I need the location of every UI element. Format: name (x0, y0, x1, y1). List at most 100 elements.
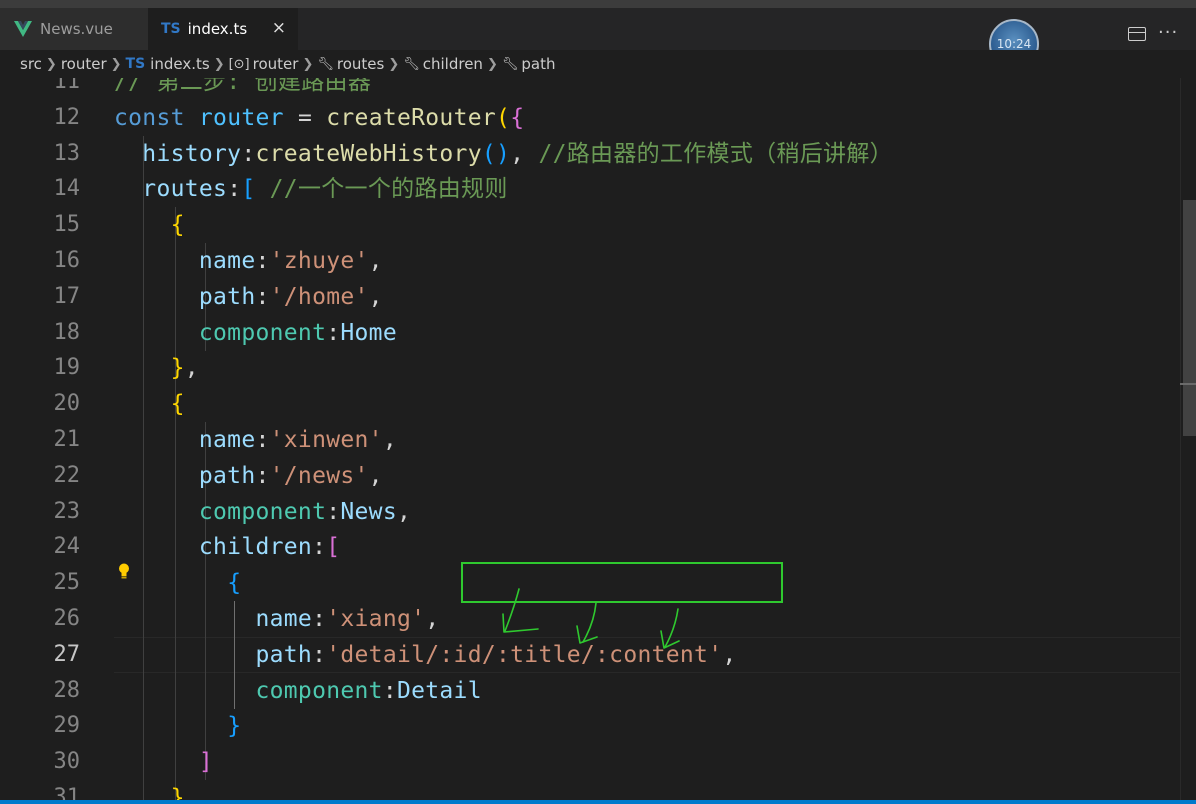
chevron-right-icon: ❯ (213, 56, 225, 72)
code-token: , (368, 462, 383, 489)
code-line[interactable]: 20 { (0, 386, 1180, 423)
code-token: 'zhuye' (269, 248, 369, 274)
line-number: 13 (53, 140, 81, 166)
code-line[interactable]: 27 path:'detail/:id/:title/:content', (0, 636, 1180, 673)
line-number: 11 (53, 78, 81, 94)
line-number: 31 (53, 785, 81, 800)
code-text: history:createWebHistory(), //路由器的工作模式（稍… (114, 136, 893, 172)
status-bar (0, 800, 1196, 804)
code-token: News (340, 498, 397, 525)
line-number: 19 (53, 355, 81, 381)
code-line[interactable]: 18 component:Home (0, 314, 1180, 351)
code-token: // 第二步: 创建路由器 (114, 78, 372, 95)
code-token: , (382, 427, 397, 453)
code-line[interactable]: 26 name:'xiang', (0, 601, 1180, 637)
chevron-right-icon: ❯ (45, 56, 57, 72)
code-text: name:'zhuye', (114, 243, 383, 279)
tab-label: News.vue (40, 20, 113, 38)
code-line[interactable]: 11 // 第二步: 创建路由器 (0, 78, 1180, 100)
code-token: routes (142, 176, 228, 203)
code-line[interactable]: 12 const router = createRouter({ (0, 100, 1180, 136)
code-text: { (114, 207, 185, 243)
line-number: 14 (53, 176, 81, 202)
breadcrumb-item-router-var[interactable]: router (253, 55, 299, 73)
scrollbar-cursor-marker (1180, 383, 1196, 385)
code-token: , (368, 283, 383, 310)
code-token: '/home' (269, 283, 369, 310)
breadcrumb-item-path[interactable]: path (521, 55, 555, 73)
tab-news-vue[interactable]: News.vue (0, 8, 148, 50)
chevron-right-icon: ❯ (388, 56, 400, 72)
line-number: 20 (53, 391, 81, 417)
scrollbar-thumb[interactable] (1183, 200, 1196, 436)
code-token: name (198, 427, 256, 453)
code-line[interactable]: 24 children:[ (0, 529, 1180, 566)
line-number: 17 (53, 283, 81, 309)
code-token: } (227, 713, 242, 740)
close-icon[interactable]: × (272, 18, 286, 38)
code-token: { (510, 104, 525, 131)
breadcrumb-item-routes[interactable]: routes (337, 55, 384, 73)
code-token: Home (340, 319, 397, 346)
code-text: component:Detail (114, 673, 482, 709)
code-line[interactable]: 29 } (0, 708, 1180, 745)
code-token: component (198, 319, 327, 346)
more-actions-icon[interactable]: ··· (1158, 22, 1178, 43)
line-number: 28 (53, 677, 81, 703)
code-token: : (255, 248, 270, 274)
code-line[interactable]: 15 { (0, 207, 1180, 244)
code-text: } (114, 780, 185, 800)
code-token: ( (496, 104, 511, 131)
code-line[interactable]: 28 component:Detail (0, 672, 1180, 709)
code-text: { (114, 565, 241, 601)
code-line[interactable]: 22 path:'/news', (0, 457, 1180, 494)
code-token: { (170, 391, 185, 418)
code-token: } (170, 355, 185, 382)
code-line[interactable]: 13 history:createWebHistory(), //路由器的工作模… (0, 135, 1180, 172)
code-line[interactable]: 31 } (0, 780, 1180, 800)
code-line[interactable]: 16 name:'zhuye', (0, 243, 1180, 279)
code-editor[interactable]: 11 // 第二步: 创建路由器 12 const router = createRo… (0, 78, 1180, 800)
breadcrumb-item-file[interactable]: index.ts (150, 55, 210, 73)
code-text: routes:[ //一个一个的路由规则 (114, 171, 508, 207)
breadcrumb-item-children[interactable]: children (423, 55, 483, 73)
code-token: createRouter (326, 104, 497, 131)
breadcrumb-item-src[interactable]: src (20, 55, 42, 73)
code-line[interactable]: 30 ] (0, 744, 1180, 781)
code-line[interactable]: 23 component:News, (0, 493, 1180, 530)
breadcrumb-item-router-folder[interactable]: router (61, 55, 107, 73)
line-number: 29 (53, 713, 81, 739)
tab-index-ts[interactable]: TS index.ts × (148, 8, 298, 50)
lightbulb-icon[interactable] (117, 562, 131, 580)
code-text: { (114, 386, 185, 422)
code-text: children:[ (114, 529, 340, 565)
property-wrench-icon: 🔧︎ (501, 56, 519, 72)
code-token: //一个一个的路由规则 (269, 176, 508, 203)
line-number: 18 (53, 319, 81, 345)
split-editor-icon[interactable] (1128, 27, 1146, 41)
code-token: , (184, 355, 199, 382)
code-line[interactable]: 14 routes:[ //一个一个的路由规则 (0, 171, 1180, 208)
line-number: 23 (53, 498, 81, 524)
code-token: const (114, 104, 185, 131)
code-token: history (142, 140, 242, 167)
typescript-icon: TS (161, 21, 181, 37)
code-token: , (368, 248, 383, 274)
line-number: 21 (53, 427, 81, 452)
code-token: [ (326, 534, 341, 561)
code-line[interactable]: 21 name:'xinwen', (0, 422, 1180, 458)
code-token: : (326, 319, 341, 346)
code-text: } (114, 708, 241, 744)
code-line[interactable]: 17 path:'/home', (0, 278, 1180, 315)
vertical-scrollbar[interactable] (1180, 78, 1196, 800)
code-line[interactable]: 19 }, (0, 350, 1180, 387)
chevron-right-icon: ❯ (486, 56, 498, 72)
line-number: 24 (53, 534, 81, 560)
